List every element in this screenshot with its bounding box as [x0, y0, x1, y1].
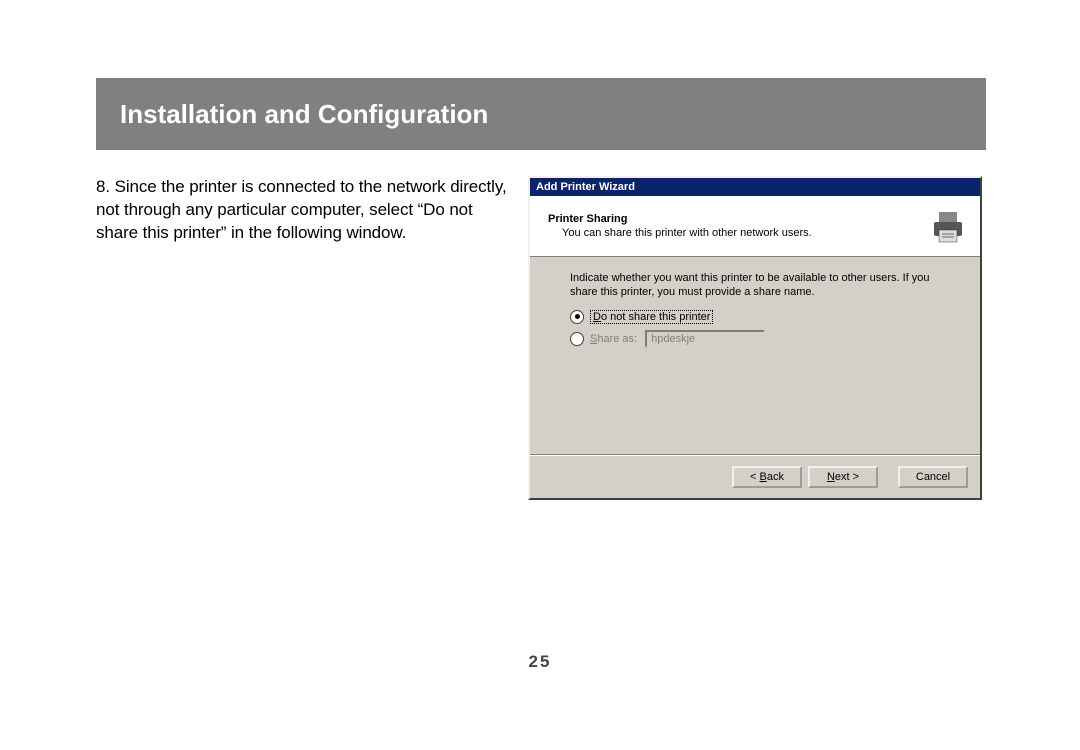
option-do-not-share-label: Do not share this printer: [590, 310, 713, 324]
radio-unselected-icon: [570, 332, 584, 346]
manual-page: Installation and Configuration 8. Since …: [0, 0, 1080, 750]
option-share-as[interactable]: Share as:: [570, 330, 950, 348]
section-header-bar: Installation and Configuration: [96, 78, 986, 150]
option-share-as-label: Share as:: [590, 333, 637, 345]
dialog-header-text: Printer Sharing You can share this print…: [548, 213, 928, 239]
content-area: 8. Since the printer is connected to the…: [96, 176, 986, 500]
dialog-section-title: Printer Sharing: [548, 213, 928, 225]
next-button[interactable]: Next >: [808, 466, 878, 488]
dialog-section-subtitle: You can share this printer with other ne…: [562, 227, 928, 239]
page-number: 25: [0, 652, 1080, 672]
share-name-input[interactable]: [645, 330, 765, 348]
dialog-titlebar: Add Printer Wizard: [530, 178, 980, 196]
printer-icon: [928, 206, 968, 246]
option-do-not-share[interactable]: Do not share this printer: [570, 310, 950, 324]
step-instruction-text: 8. Since the printer is connected to the…: [96, 176, 516, 500]
dialog-button-row: < Back Next > Cancel: [530, 456, 980, 498]
dialog-explanation-text: Indicate whether you want this printer t…: [570, 271, 950, 300]
back-button[interactable]: < Back: [732, 466, 802, 488]
radio-selected-icon: [570, 310, 584, 324]
dialog-header: Printer Sharing You can share this print…: [530, 196, 980, 257]
add-printer-wizard-dialog: Add Printer Wizard Printer Sharing You c…: [528, 176, 982, 500]
screenshot-column: Add Printer Wizard Printer Sharing You c…: [528, 176, 986, 500]
cancel-button[interactable]: Cancel: [898, 466, 968, 488]
dialog-body: Indicate whether you want this printer t…: [530, 257, 980, 454]
section-title: Installation and Configuration: [120, 99, 488, 130]
